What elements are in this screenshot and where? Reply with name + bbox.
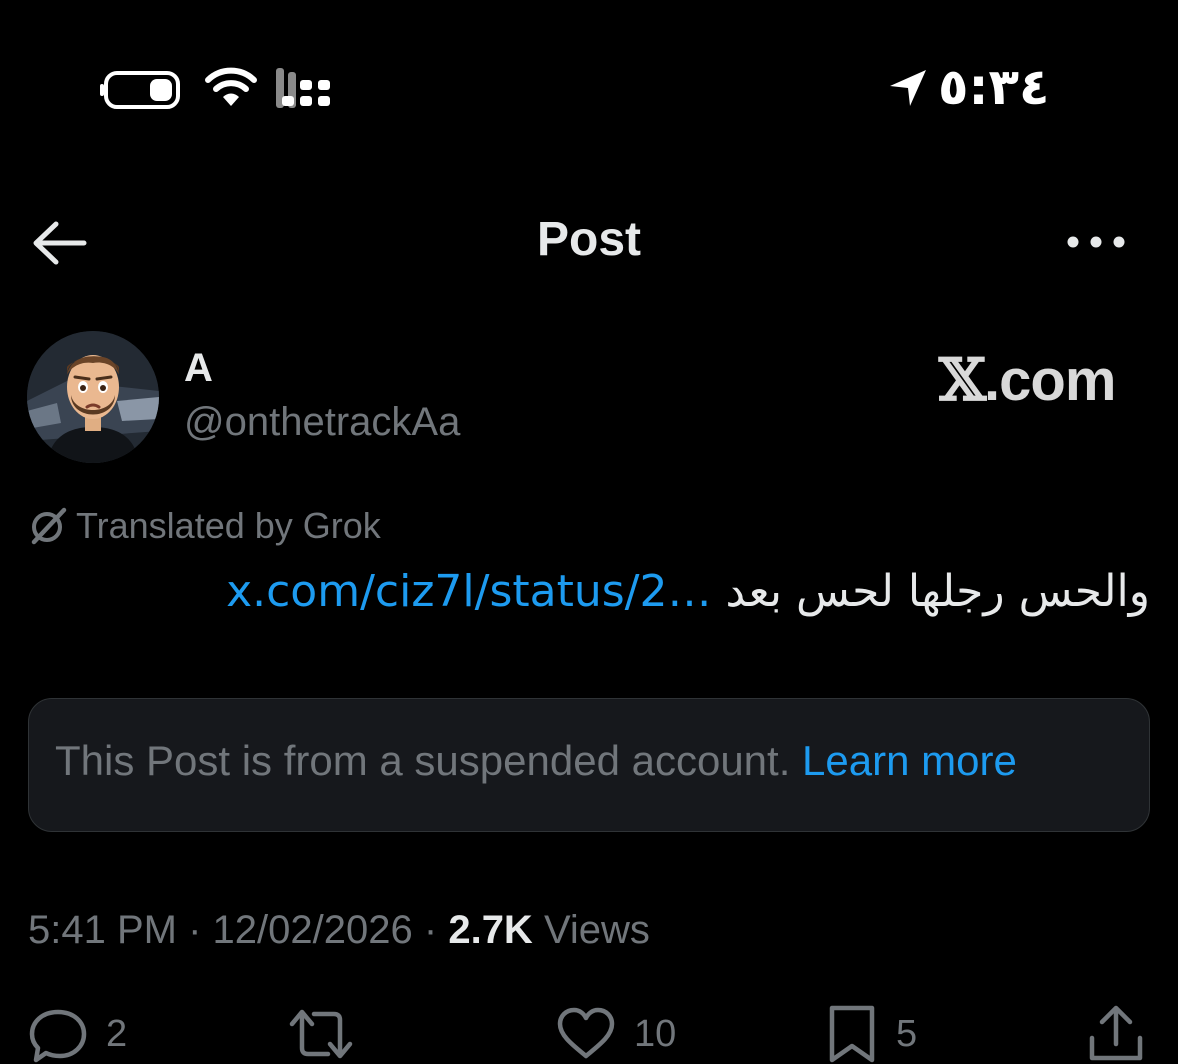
repost-button[interactable] (288, 1004, 354, 1064)
bookmark-count: 5 (896, 1012, 918, 1055)
more-horizontal-icon (1067, 236, 1125, 248)
like-count: 10 (634, 1012, 677, 1055)
bookmark-button[interactable]: 5 (826, 1004, 917, 1064)
translated-by-label: Translated by Grok (76, 505, 381, 546)
brand-domain: .com (984, 348, 1116, 413)
avatar[interactable] (27, 331, 159, 463)
share-icon (1089, 1005, 1143, 1061)
share-button[interactable] (1086, 1004, 1146, 1064)
battery-icon (100, 70, 184, 115)
repost-icon (289, 1009, 353, 1059)
heart-icon (557, 1007, 615, 1059)
learn-more-link[interactable]: Learn more (802, 737, 1017, 784)
location-arrow-icon (888, 68, 928, 113)
bookmark-icon (829, 1005, 875, 1063)
views-label: Views (543, 908, 650, 952)
views-count[interactable]: 2.7K (448, 908, 533, 952)
suspended-notice-text: This Post is from a suspended account. (55, 737, 791, 784)
meta-separator: · (188, 908, 202, 952)
cellular-signal-icon (274, 68, 336, 113)
reply-button[interactable]: 2 (28, 1004, 127, 1064)
post-text: x.com/ciz7l/status/2… والحس رجلها لحس بع… (226, 566, 1150, 617)
post-arabic-text: والحس رجلها لحس بعد (725, 566, 1150, 617)
reply-count: 2 (106, 1012, 128, 1055)
suspended-notice: This Post is from a suspended account. L… (55, 737, 1017, 785)
post-time: 5:41 PM (28, 908, 177, 952)
translated-by-row: Translated by Grok (28, 504, 381, 548)
grok-icon (31, 507, 67, 545)
memoji-avatar (27, 331, 159, 463)
post-meta: 5:41 PM · 12/02/2026 · 2.7K Views (28, 908, 650, 953)
more-button[interactable] (1064, 226, 1128, 258)
reply-icon (29, 1009, 87, 1063)
author-name[interactable]: A (184, 346, 213, 391)
post-link[interactable]: x.com/ciz7l/status/2… (226, 566, 711, 617)
post-date: 12/02/2026 (212, 908, 413, 952)
like-button[interactable]: 10 (556, 1004, 676, 1064)
status-time: ٥:٣٤ (938, 58, 1050, 116)
wifi-icon (205, 66, 257, 113)
suspended-notice-card: This Post is from a suspended account. L… (28, 698, 1150, 832)
author-handle[interactable]: @onthetrackAa (184, 400, 460, 445)
x-com-logo: 𝕏.com (938, 346, 1116, 414)
page-title: Post (536, 213, 641, 266)
x-logo-letter: 𝕏 (938, 346, 986, 414)
meta-separator: · (423, 908, 438, 952)
